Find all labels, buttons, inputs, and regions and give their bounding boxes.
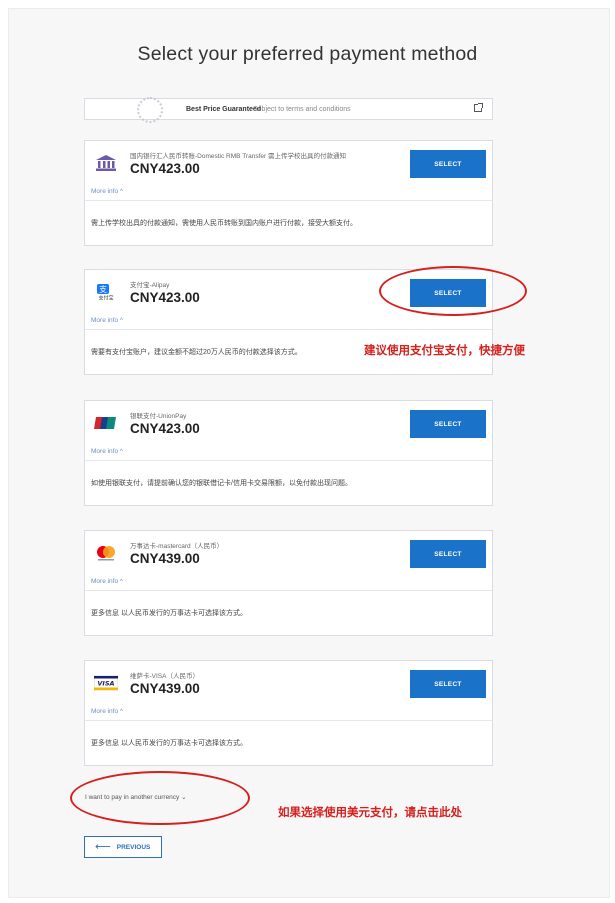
bank-icon <box>96 155 116 171</box>
alipay-icon: 支 支付宝 <box>97 284 114 301</box>
payment-price: CNY439.00 <box>130 681 200 696</box>
more-info-link[interactable]: More info ^ <box>91 317 123 324</box>
payment-method-name: 万事达卡-mastercard（人民币） <box>130 543 224 550</box>
payment-option-domestic-transfer: 国内银行汇人民币转账-Domestic RMB Transfer 需上传学校出具… <box>84 140 493 246</box>
select-button-visa[interactable]: SELECT <box>410 670 486 698</box>
more-info-link[interactable]: More info ^ <box>91 578 123 585</box>
select-button-domestic-transfer[interactable]: SELECT <box>410 150 486 178</box>
payment-description: 更多信息 以人民币发行的万事达卡可选择该方式。 <box>91 610 247 617</box>
usd-payment-note: 如果选择使用美元支付，请点击此处 <box>278 805 462 819</box>
visa-icon: VISA <box>94 675 118 691</box>
more-info-toggle[interactable]: More info ^ <box>85 707 492 721</box>
external-link-icon[interactable] <box>474 103 483 112</box>
payment-price: CNY423.00 <box>130 290 200 305</box>
best-price-title: Best Price Guaranteed <box>186 105 262 113</box>
payment-price: CNY423.00 <box>130 421 200 436</box>
more-info-link[interactable]: More info ^ <box>91 188 123 195</box>
other-currency-highlight-ellipse <box>70 771 250 825</box>
payment-option-unionpay: 银联支付-UnionPay CNY423.00 SELECT More info… <box>84 400 493 506</box>
svg-text:VISA: VISA <box>97 680 114 688</box>
payment-method-name: 维萨卡-VISA（人民币） <box>130 673 199 680</box>
payment-option-mastercard: 万事达卡-mastercard（人民币） CNY439.00 SELECT Mo… <box>84 530 493 636</box>
payment-description: 更多信息 以人民币发行的万事达卡可选择该方式。 <box>91 740 247 747</box>
alipay-recommendation-note: 建议使用支付宝支付，快捷方便 <box>364 343 525 357</box>
payment-method-name: 国内银行汇人民币转账-Domestic RMB Transfer 需上传学校出具… <box>130 153 346 160</box>
more-info-link[interactable]: More info ^ <box>91 708 123 715</box>
best-price-banner[interactable]: Best Price Guaranteed Subject to terms a… <box>84 97 493 123</box>
loading-spinner-icon <box>137 97 163 123</box>
more-info-toggle[interactable]: More info ^ <box>85 187 492 201</box>
payment-option-visa: VISA 维萨卡-VISA（人民币） CNY439.00 SELECT More… <box>84 660 493 766</box>
payment-method-name: 银联支付-UnionPay <box>130 413 187 420</box>
select-button-mastercard[interactable]: SELECT <box>410 540 486 568</box>
more-info-link[interactable]: More info ^ <box>91 448 123 455</box>
payment-price: CNY439.00 <box>130 551 200 566</box>
payment-method-name: 支付宝-Alipay <box>130 282 170 289</box>
more-info-toggle[interactable]: More info ^ <box>85 447 492 461</box>
mastercard-icon <box>97 546 115 561</box>
select-button-unionpay[interactable]: SELECT <box>410 410 486 438</box>
payment-description: 需上传学校出具的付款通知，需使用人民币转账到国内账户进行付款，接受大额支付。 <box>91 220 357 227</box>
more-info-toggle[interactable]: More info ^ <box>85 577 492 591</box>
alipay-highlight-ellipse <box>379 266 527 316</box>
payment-description: 如使用银联支付，请提前确认您的银联借记卡/信用卡交易限额，以免付款出现问题。 <box>91 480 352 487</box>
arrow-left-icon: ⟵ <box>95 840 111 853</box>
page-title: Select your preferred payment method <box>137 43 478 65</box>
unionpay-icon <box>94 417 116 429</box>
more-info-toggle[interactable]: More info ^ <box>85 316 492 330</box>
best-price-subtitle: Subject to terms and conditions <box>253 105 351 113</box>
previous-button[interactable]: ⟵ PREVIOUS <box>84 836 162 858</box>
svg-text:支: 支 <box>99 284 107 294</box>
previous-button-label: PREVIOUS <box>116 843 151 851</box>
payment-price: CNY423.00 <box>130 161 200 176</box>
svg-text:支付宝: 支付宝 <box>98 295 113 301</box>
